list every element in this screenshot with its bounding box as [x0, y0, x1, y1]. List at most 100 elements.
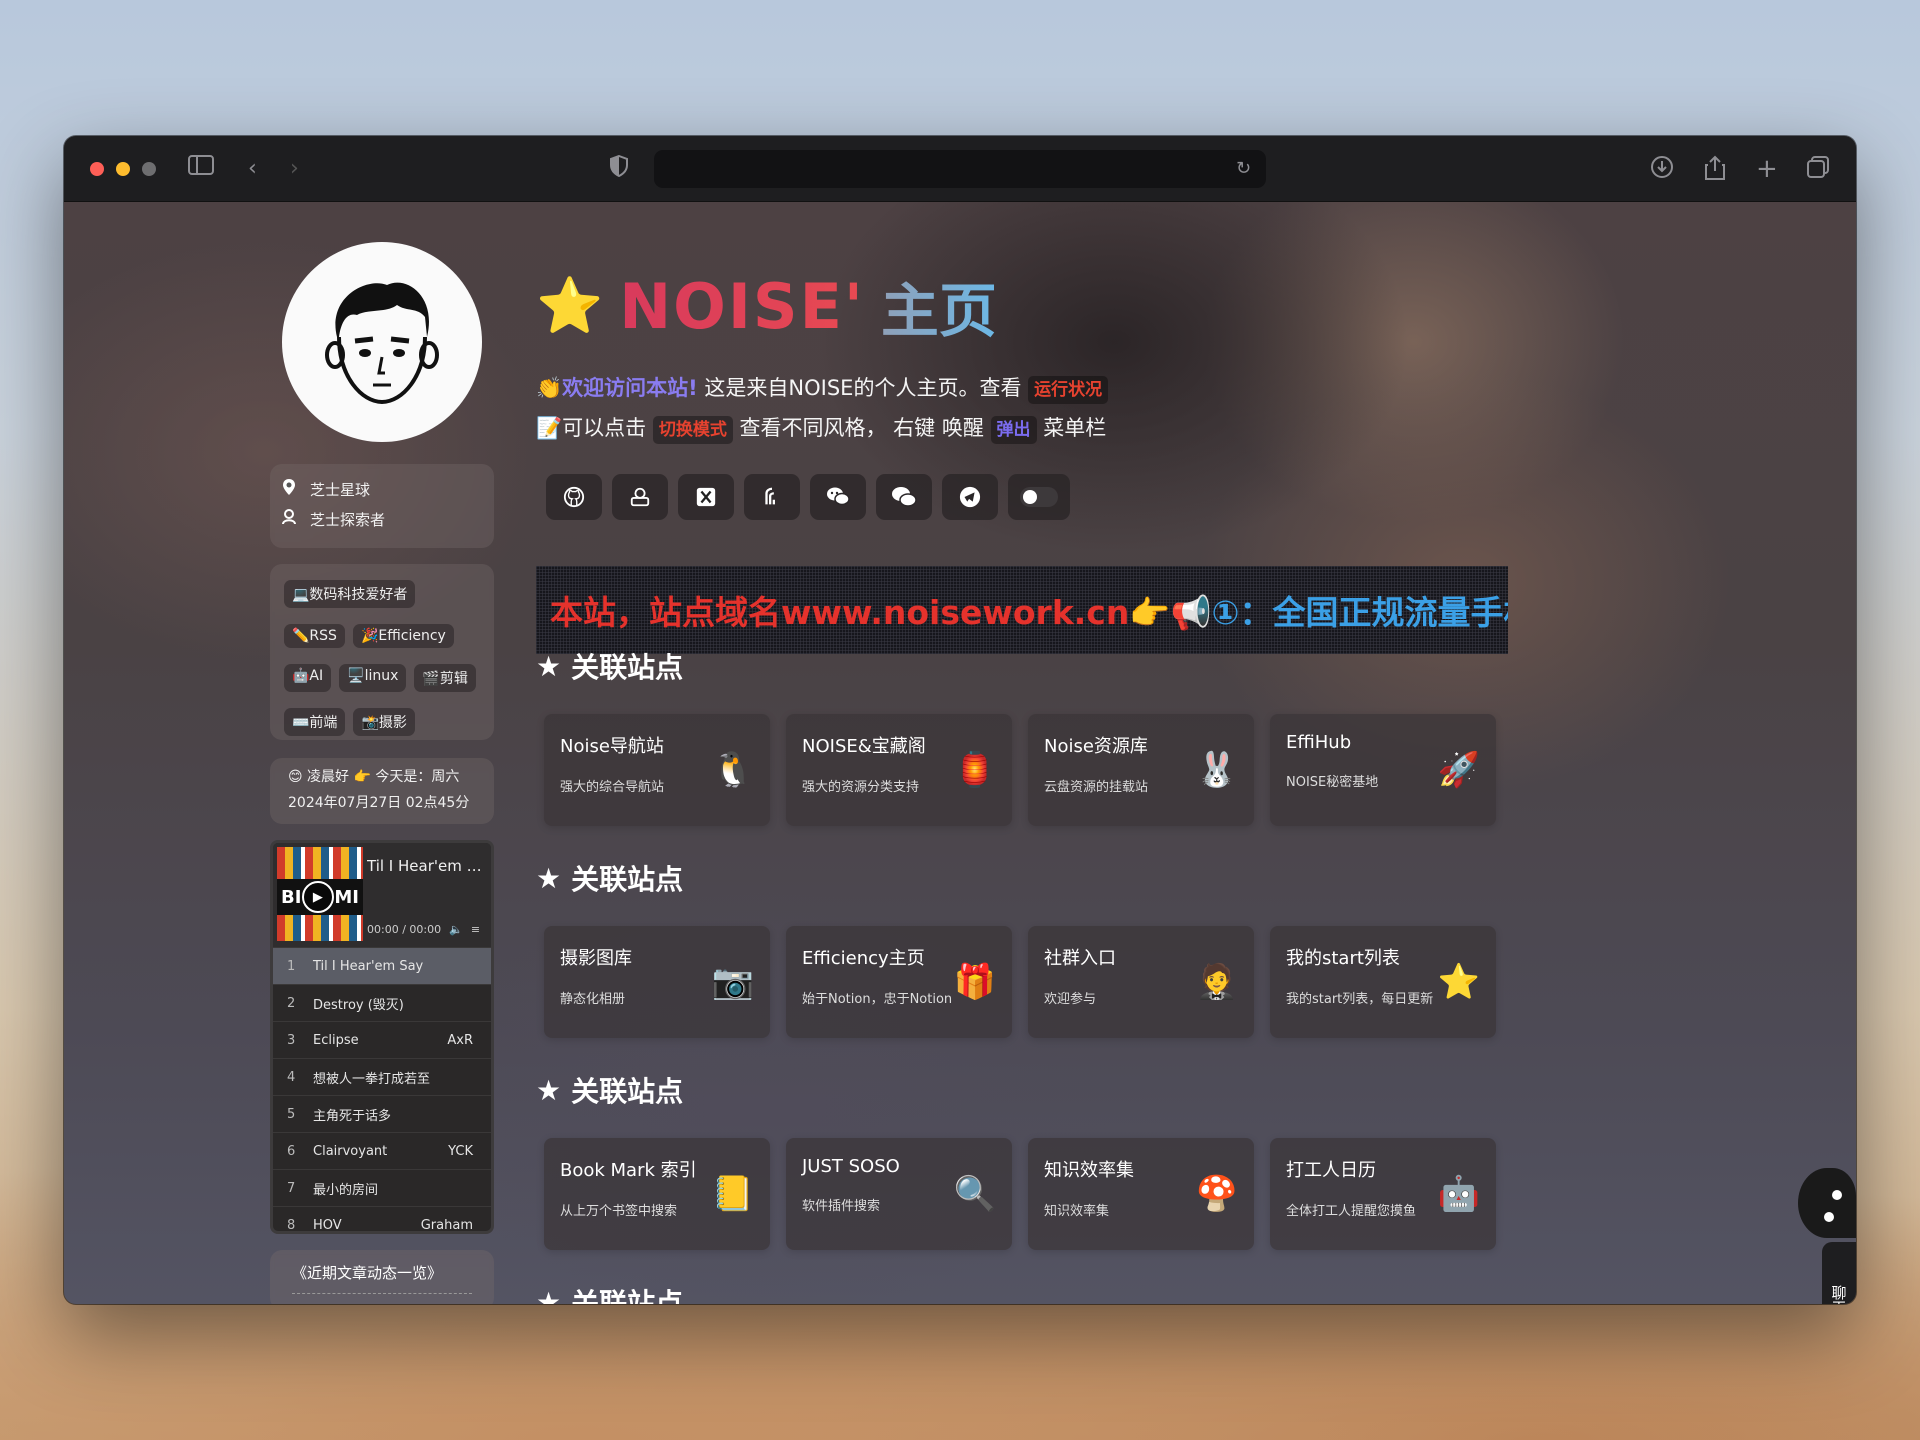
track-1[interactable]: 1 Til I Hear'em Say [273, 947, 491, 984]
notebook-icon: 📒 [711, 1174, 754, 1214]
penguin-icon: 🐧 [711, 750, 754, 790]
welcome-text: 👏欢迎访问本站! [536, 376, 698, 400]
player-time-controls: 00:00 / 00:00 🔈 ≡ [367, 923, 480, 936]
robot-icon: 🤖 [1437, 1174, 1480, 1214]
track-title: Destroy (毁灭) [313, 997, 404, 1013]
track-2[interactable]: 2 Destroy (毁灭) [273, 984, 491, 1021]
track-5[interactable]: 5 主角死于话多 [273, 1095, 491, 1132]
telegram-icon[interactable] [942, 474, 998, 520]
address-bar[interactable]: ↻ [654, 150, 1266, 188]
github-icon[interactable] [546, 474, 602, 520]
star-icon: ★ [536, 861, 562, 895]
site-card[interactable]: Efficiency主页 始于Notion，忠于Notion 🎁 [786, 926, 1012, 1038]
track-number: 1 [287, 958, 296, 974]
site-name: NOISE' [619, 269, 865, 343]
site-card[interactable]: EffiHub NOISE秘密基地 🚀 [1270, 714, 1496, 826]
zoom-window-button[interactable] [142, 161, 156, 176]
tag-ai[interactable]: 🤖AI [284, 664, 332, 692]
sidebar-toggle-icon[interactable] [188, 155, 214, 183]
site-card[interactable]: Book Mark 索引 从上万个书签中搜索 📒 [544, 1138, 770, 1250]
music-player: BI ▶ MI Til I Hear'em … 00:00 / 00:00 🔈 … [270, 840, 494, 1234]
tag-photography[interactable]: 📸摄影 [353, 708, 415, 736]
site-card[interactable]: NOISE&宝藏阁 强大的资源分类支持 🏮 [786, 714, 1012, 826]
greeting-line: 😊 凌晨好 👉 今天是：周六 [288, 769, 460, 785]
site-card[interactable]: 摄影图库 静态化相册 📷 [544, 926, 770, 1038]
lantern-icon: 🏮 [953, 750, 996, 790]
tag-editing[interactable]: 🎬剪辑 [414, 664, 476, 692]
tag-efficiency[interactable]: 🎉Efficiency [352, 624, 454, 648]
intro-text: 👏欢迎访问本站! 这是来自NOISE的个人主页。查看 运行状况 📝可以点击 切换… [536, 368, 1109, 448]
forward-icon[interactable]: › [290, 155, 299, 183]
track-4[interactable]: 4 想被人一拳打成若至 [273, 1058, 491, 1095]
track-6[interactable]: 6 Clairvoyant YCK [273, 1132, 491, 1169]
tag-rss[interactable]: ✏️RSS [284, 624, 345, 648]
switch-mode-link[interactable]: 切换模式 [652, 416, 733, 444]
mushroom-icon: 🍄 [1195, 1174, 1238, 1214]
play-icon[interactable]: ▶ [301, 881, 334, 913]
person-icon: 🤵 [1195, 962, 1238, 1002]
player-header: BI ▶ MI Til I Hear'em … 00:00 / 00:00 🔈 … [273, 843, 491, 947]
volume-icon[interactable]: 🔈 [449, 923, 463, 936]
download-icon[interactable] [1650, 155, 1674, 187]
chat-room-tab[interactable]: 聊天室 [1822, 1242, 1856, 1304]
section-title-text: 关联站点 [571, 863, 684, 896]
avatar[interactable] [282, 242, 482, 442]
status-link[interactable]: 运行状况 [1028, 376, 1109, 404]
privacy-shield-icon[interactable] [610, 154, 628, 185]
bilibili-icon[interactable] [612, 474, 668, 520]
cover-text-right: MI [334, 886, 359, 908]
track-3[interactable]: 3 Eclipse AxR [273, 1021, 491, 1058]
star-icon: ⭐ [536, 274, 604, 337]
site-card[interactable]: JUST SOSO 软件插件搜索 🔍 [786, 1138, 1012, 1250]
section-title-text: 关联站点 [571, 1075, 684, 1108]
popup-link[interactable]: 弹出 [990, 416, 1037, 444]
new-tab-icon[interactable]: + [1756, 155, 1778, 183]
theme-toggle-switch[interactable] [1008, 474, 1070, 520]
weibo-icon[interactable] [744, 474, 800, 520]
site-card[interactable]: Noise导航站 强大的综合导航站 🐧 [544, 714, 770, 826]
back-icon[interactable]: ‹ [248, 155, 257, 183]
tab-overview-icon[interactable] [1806, 155, 1830, 187]
intro-line-1: 👏欢迎访问本站! 这是来自NOISE的个人主页。查看 运行状况 [536, 368, 1109, 408]
wechat-icon[interactable] [810, 474, 866, 520]
page-content: 芝士星球 芝士探索者 💻数码科技爱好者 ✏️RSS 🎉Efficiency 🤖A… [64, 202, 1856, 1304]
site-card[interactable]: 打工人日历 全体打工人提醒您摸鱼 🤖 [1270, 1138, 1496, 1250]
close-window-button[interactable] [90, 161, 104, 176]
playlist-menu-icon[interactable]: ≡ [471, 923, 480, 936]
magnifier-icon: 🔍 [953, 1174, 996, 1214]
track-title: 想被人一拳打成若至 [313, 1071, 431, 1087]
share-icon[interactable] [1704, 155, 1726, 189]
camera-icon: 📷 [711, 962, 754, 1002]
star-icon: ★ [536, 1285, 562, 1305]
star-icon: ★ [536, 649, 562, 683]
gift-icon: 🎁 [953, 962, 996, 1002]
star-icon: ★ [536, 1073, 562, 1107]
site-card[interactable]: 我的start列表 我的start列表，每日更新 ⭐ [1270, 926, 1496, 1038]
cat-mascot-icon[interactable] [1798, 1168, 1856, 1238]
minimize-window-button[interactable] [116, 161, 130, 176]
track-8[interactable]: 8 HOV Graham [273, 1206, 491, 1233]
site-card[interactable]: 社群入口 欢迎参与 🤵 [1028, 926, 1254, 1038]
recent-articles-card[interactable]: 《近期文章动态一览》 [270, 1250, 494, 1304]
track-number: 3 [287, 1032, 296, 1048]
intro-text-2a: 📝可以点击 [536, 416, 653, 440]
window-controls [90, 161, 156, 176]
track-7[interactable]: 7 最小的房间 [273, 1169, 491, 1206]
track-artist: Graham [420, 1217, 473, 1233]
site-card[interactable]: Noise资源库 云盘资源的挂载站 🐰 [1028, 714, 1254, 826]
tag-frontend[interactable]: ⌨️前端 [284, 708, 346, 736]
track-title: Eclipse [313, 1032, 359, 1048]
page-title: ⭐ NOISE' 主页 [536, 264, 997, 348]
track-title: Til I Hear'em Say [313, 958, 424, 974]
card-row: Book Mark 索引 从上万个书签中搜索 📒 JUST SOSO 软件插件搜索 🔍 … [544, 1138, 1496, 1250]
x-twitter-icon[interactable] [678, 474, 734, 520]
reload-icon[interactable]: ↻ [1236, 155, 1251, 183]
tag-digital[interactable]: 💻数码科技爱好者 [284, 580, 416, 608]
site-card[interactable]: 知识效率集 知识效率集 🍄 [1028, 1138, 1254, 1250]
marquee-blue-text: 📢①：全国正规流量手机 [1170, 593, 1508, 632]
recent-articles-title: 《近期文章动态一览》 [292, 1264, 443, 1282]
announcement-marquee: 本站，站点域名www.noisework.cn👉 📢①：全国正规流量手机 [536, 566, 1508, 654]
chat-bubbles-icon[interactable] [876, 474, 932, 520]
tag-linux[interactable]: 🖥️linux [339, 664, 407, 692]
track-title: 最小的房间 [313, 1182, 379, 1198]
